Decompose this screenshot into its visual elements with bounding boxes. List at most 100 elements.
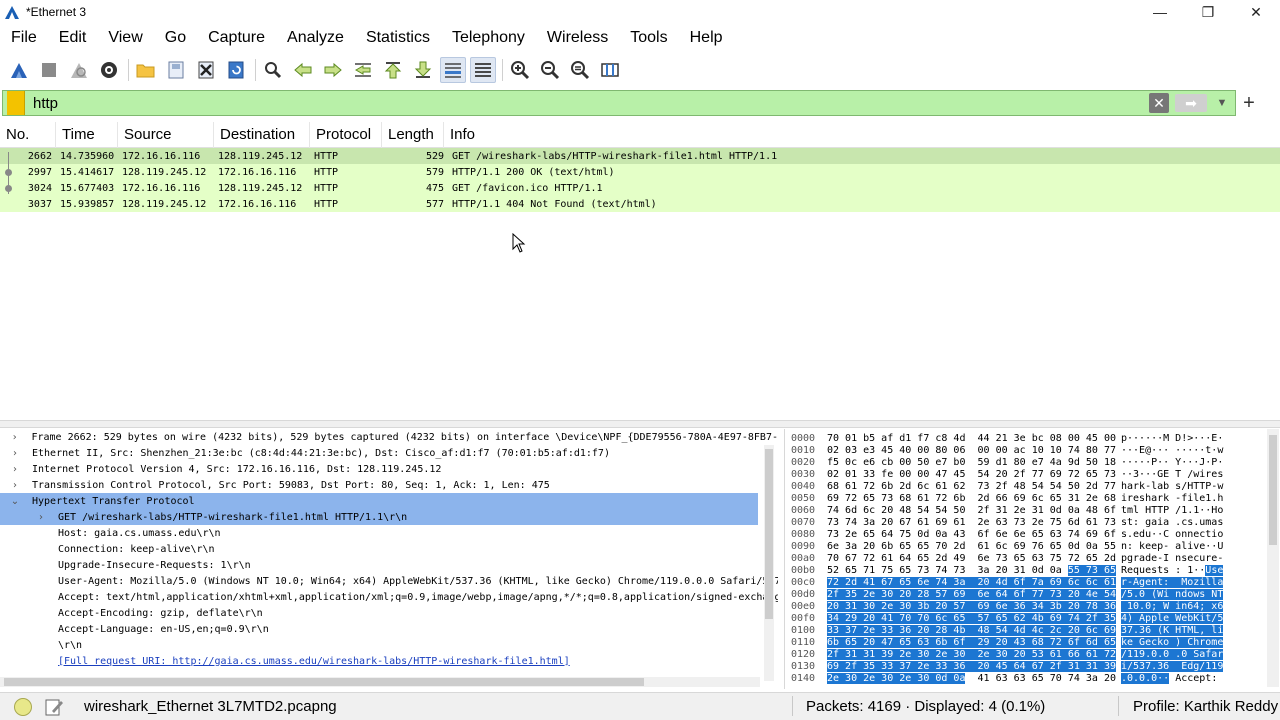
details-row-accept[interactable]: Accept: text/html,application/xhtml+xml,…	[0, 589, 778, 605]
expand-arrow-icon[interactable]: ›	[8, 464, 22, 475]
column-no[interactable]: No.	[0, 121, 56, 148]
details-row-full-uri[interactable]: [Full request URI: http://gaia.cs.umass.…	[0, 653, 778, 669]
collapse-arrow-icon[interactable]: ⌄	[8, 496, 22, 507]
auto-scroll-icon[interactable]	[440, 57, 466, 83]
details-row-accept-language[interactable]: Accept-Language: en-US,en;q=0.9\r\n	[0, 621, 778, 637]
bytes-row[interactable]: 00e0 20 31 30 2e 30 3b 20 57 69 6e 36 34 …	[785, 601, 1280, 613]
bytes-row[interactable]: 0040 68 61 72 6b 2d 6c 61 62 73 2f 48 54 …	[785, 481, 1280, 493]
menu-tools[interactable]: Tools	[619, 26, 678, 50]
resize-columns-icon[interactable]	[597, 57, 623, 83]
menu-view[interactable]: View	[97, 26, 153, 50]
restart-capture-icon[interactable]	[66, 57, 92, 83]
bytes-scroll-thumb[interactable]	[1269, 435, 1277, 545]
menu-help[interactable]: Help	[679, 26, 734, 50]
column-length[interactable]: Length	[382, 121, 444, 148]
details-row-user-agent[interactable]: User-Agent: Mozilla/5.0 (Windows NT 10.0…	[0, 573, 778, 589]
details-scroll-thumb[interactable]	[765, 449, 773, 619]
filter-bookmark-icon[interactable]	[7, 91, 25, 115]
details-row-request-line[interactable]: › GET /wireshark-labs/HTTP-wireshark-fil…	[0, 509, 758, 525]
bytes-row[interactable]: 0010 02 03 e3 45 40 00 80 06 00 00 ac 10 …	[785, 445, 1280, 457]
menu-go[interactable]: Go	[154, 26, 197, 50]
bytes-row[interactable]: 00a0 70 67 72 61 64 65 2d 49 6e 73 65 63 …	[785, 553, 1280, 565]
packet-row[interactable]: 2997 15.414617 128.119.245.12 172.16.16.…	[0, 164, 1280, 180]
bytes-vertical-scrollbar[interactable]	[1267, 429, 1279, 687]
column-destination[interactable]: Destination	[214, 121, 310, 148]
column-time[interactable]: Time	[56, 121, 118, 148]
bytes-row[interactable]: 0080 73 2e 65 64 75 0d 0a 43 6f 6e 6e 65 …	[785, 529, 1280, 541]
details-hscroll-thumb[interactable]	[4, 678, 644, 686]
bytes-row[interactable]: 00d0 2f 35 2e 30 20 28 57 69 6e 64 6f 77 …	[785, 589, 1280, 601]
start-capture-icon[interactable]	[6, 57, 32, 83]
bytes-row[interactable]: 0020 f5 0c e6 cb 00 50 e7 b0 59 d1 80 e7 …	[785, 457, 1280, 469]
bytes-row[interactable]: 0120 2f 31 31 39 2e 30 2e 30 2e 30 20 53 …	[785, 649, 1280, 661]
details-row-frame[interactable]: › Frame 2662: 529 bytes on wire (4232 bi…	[0, 429, 778, 445]
add-filter-button[interactable]: +	[1240, 92, 1258, 114]
expert-info-indicator-icon[interactable]	[14, 697, 32, 716]
stop-capture-icon[interactable]	[36, 57, 62, 83]
zoom-in-icon[interactable]	[507, 57, 533, 83]
bytes-row[interactable]: 0030 02 01 33 fe 00 00 47 45 54 20 2f 77 …	[785, 469, 1280, 481]
packet-row[interactable]: 3024 15.677403 172.16.16.116 128.119.245…	[0, 180, 1280, 196]
capture-comment-icon[interactable]	[44, 697, 64, 717]
bytes-row[interactable]: 0090 6e 3a 20 6b 65 65 70 2d 61 6c 69 76 …	[785, 541, 1280, 553]
bytes-row[interactable]: 0110 6b 65 20 47 65 63 6b 6f 29 20 43 68 …	[785, 637, 1280, 649]
minimize-button[interactable]: —	[1136, 0, 1184, 24]
column-info[interactable]: Info	[444, 122, 1280, 148]
bytes-row[interactable]: 0140 2e 30 2e 30 2e 30 0d 0a 41 63 63 65 …	[785, 673, 1280, 685]
expand-arrow-icon[interactable]: ›	[8, 448, 22, 459]
clear-filter-button[interactable]: ✕	[1149, 93, 1169, 113]
expand-arrow-icon[interactable]: ›	[8, 432, 21, 443]
go-to-packet-icon[interactable]	[350, 57, 376, 83]
colorize-icon[interactable]	[470, 57, 496, 83]
menu-file[interactable]: File	[0, 26, 48, 50]
bytes-row[interactable]: 00c0 72 2d 41 67 65 6e 74 3a 20 4d 6f 7a …	[785, 577, 1280, 589]
close-file-icon[interactable]	[193, 57, 219, 83]
details-row-crlf[interactable]: \r\n	[0, 637, 778, 653]
bytes-row[interactable]: 0100 33 37 2e 33 36 20 28 4b 48 54 4d 4c …	[785, 625, 1280, 637]
menu-capture[interactable]: Capture	[197, 26, 276, 50]
bytes-row[interactable]: 0130 69 2f 35 33 37 2e 33 36 20 45 64 67 …	[785, 661, 1280, 673]
packet-row[interactable]: 3037 15.939857 128.119.245.12 172.16.16.…	[0, 196, 1280, 212]
restore-button[interactable]: ❐	[1184, 0, 1232, 24]
details-vertical-scrollbar[interactable]	[764, 445, 774, 681]
column-source[interactable]: Source	[118, 121, 214, 148]
pane-splitter[interactable]	[0, 420, 1280, 428]
expand-arrow-icon[interactable]: ›	[8, 480, 22, 491]
filter-history-dropdown[interactable]: ▼	[1213, 93, 1231, 113]
bytes-row[interactable]: 0050 69 72 65 73 68 61 72 6b 2d 66 69 6c …	[785, 493, 1280, 505]
zoom-out-icon[interactable]	[537, 57, 563, 83]
details-row-tcp[interactable]: › Transmission Control Protocol, Src Por…	[0, 477, 778, 493]
capture-options-icon[interactable]	[96, 57, 122, 83]
expand-arrow-icon[interactable]: ›	[34, 512, 48, 523]
details-row-ethernet[interactable]: › Ethernet II, Src: Shenzhen_21:3e:bc (c…	[0, 445, 778, 461]
bytes-row[interactable]: 0070 73 74 3a 20 67 61 69 61 2e 63 73 2e …	[785, 517, 1280, 529]
find-packet-icon[interactable]	[260, 57, 286, 83]
last-packet-icon[interactable]	[410, 57, 436, 83]
bytes-row[interactable]: 0060 74 6d 6c 20 48 54 54 50 2f 31 2e 31 …	[785, 505, 1280, 517]
details-row-http[interactable]: ⌄ Hypertext Transfer Protocol	[0, 493, 758, 509]
save-file-icon[interactable]	[163, 57, 189, 83]
menu-statistics[interactable]: Statistics	[355, 26, 441, 50]
close-window-button[interactable]: ✕	[1232, 0, 1280, 24]
packet-row[interactable]: 2662 14.735960 172.16.16.116 128.119.245…	[0, 148, 1280, 164]
bytes-row[interactable]: 00b0 52 65 71 75 65 73 74 73 3a 20 31 0d …	[785, 565, 1280, 577]
apply-filter-button[interactable]: ➡	[1175, 94, 1207, 112]
column-protocol[interactable]: Protocol	[310, 121, 382, 148]
menu-edit[interactable]: Edit	[48, 26, 98, 50]
details-row-connection[interactable]: Connection: keep-alive\r\n	[0, 541, 778, 557]
menu-telephony[interactable]: Telephony	[441, 26, 536, 50]
details-row-upgrade[interactable]: Upgrade-Insecure-Requests: 1\r\n	[0, 557, 778, 573]
menu-wireless[interactable]: Wireless	[536, 26, 619, 50]
details-horizontal-scrollbar[interactable]	[0, 677, 760, 687]
go-forward-icon[interactable]	[320, 57, 346, 83]
open-file-icon[interactable]	[133, 57, 159, 83]
details-row-ip[interactable]: › Internet Protocol Version 4, Src: 172.…	[0, 461, 778, 477]
bytes-row[interactable]: 0000 70 01 b5 af d1 f7 c8 4d 44 21 3e bc …	[785, 433, 1280, 445]
details-row-accept-encoding[interactable]: Accept-Encoding: gzip, deflate\r\n	[0, 605, 778, 621]
normal-size-icon[interactable]	[567, 57, 593, 83]
profile-name[interactable]: Profile: Karthik Reddy	[1133, 698, 1278, 715]
go-back-icon[interactable]	[290, 57, 316, 83]
menu-analyze[interactable]: Analyze	[276, 26, 355, 50]
full-request-uri-link[interactable]: [Full request URI: http://gaia.cs.umass.…	[58, 656, 570, 667]
display-filter-input[interactable]: http	[33, 95, 1149, 112]
